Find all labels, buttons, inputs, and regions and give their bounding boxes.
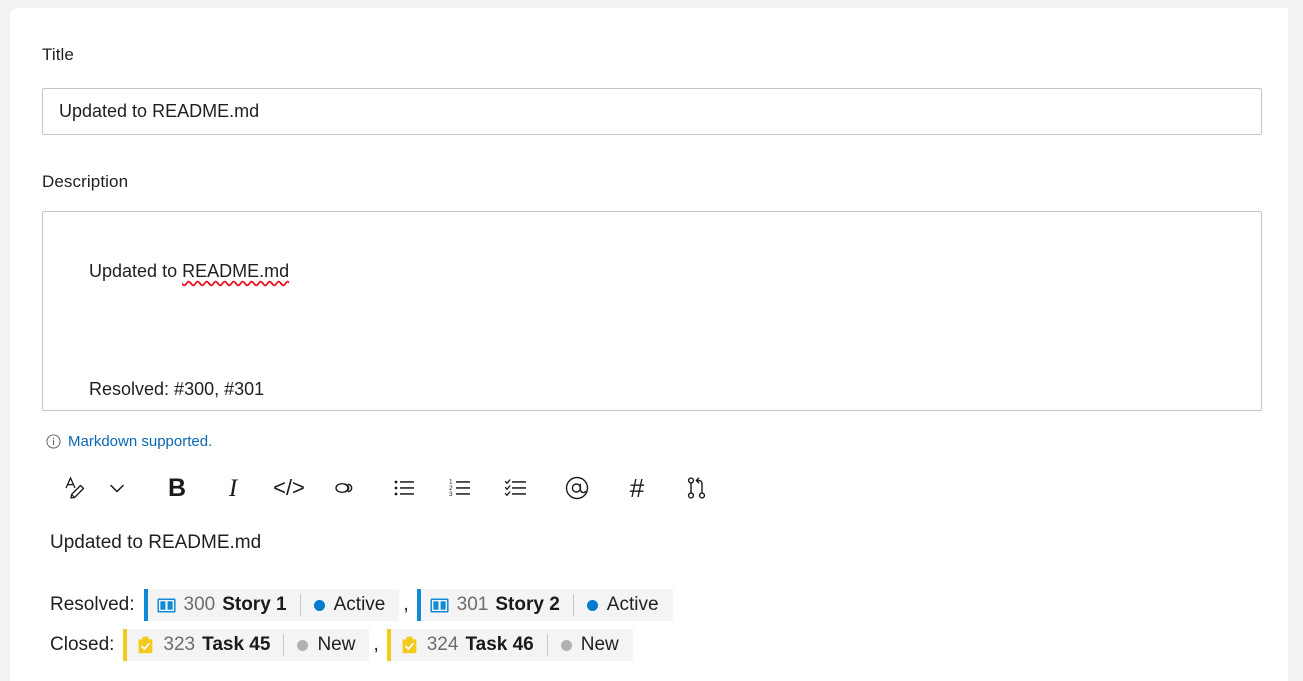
work-item-accent-bar: [143, 589, 148, 621]
work-item-chip[interactable]: 300 Story 1 Active: [143, 589, 400, 621]
work-item-id: 300: [183, 594, 216, 615]
story-book-icon: [156, 596, 176, 615]
work-item-id: 301: [456, 594, 489, 615]
work-item-state: Active: [606, 594, 659, 615]
page-root: Title Updated to README.md Description U…: [0, 0, 1303, 681]
markdown-supported-link[interactable]: Markdown supported.: [46, 433, 212, 450]
work-item-accent-bar: [123, 629, 128, 661]
svg-text:3: 3: [449, 491, 453, 498]
markdown-supported-label: Markdown supported.: [68, 433, 213, 450]
pull-request-icon[interactable]: [676, 467, 718, 509]
work-item-title: Story 1: [222, 594, 287, 615]
work-item-state-dot: [313, 599, 325, 611]
mention-icon[interactable]: [556, 467, 598, 509]
work-item-state: Active: [333, 594, 386, 615]
row-prefix-resolved: Resolved:: [50, 594, 135, 615]
title-field-label: Title: [42, 45, 74, 64]
bold-glyph: B: [167, 473, 187, 502]
story-book-icon: [430, 596, 449, 615]
italic-icon[interactable]: I: [212, 467, 254, 509]
work-item-chip[interactable]: 323 Task 45 New: [123, 629, 370, 661]
preview-row-closed: Closed: 323 Task 45 New , 324 Task 46 Ne…: [50, 628, 1260, 662]
description-input[interactable]: Updated to README.md Resolved: #300, #30…: [42, 211, 1262, 411]
chip-separator: ,: [373, 634, 379, 655]
checklist-icon[interactable]: [496, 467, 538, 509]
description-line-1: Updated to README.md: [89, 261, 289, 281]
work-item-title: Task 46: [465, 634, 534, 655]
work-item-title: Story 2: [495, 594, 560, 615]
preview-heading: Updated to README.md: [50, 532, 262, 553]
chevron-down-icon[interactable]: [96, 467, 138, 509]
work-item-state: New: [317, 634, 356, 655]
info-circle-icon: [46, 434, 61, 449]
numbered-list-icon[interactable]: 1 2 3: [440, 467, 482, 509]
work-item-divider: [572, 594, 574, 616]
work-item-state: New: [580, 634, 619, 655]
font-color-icon[interactable]: [54, 467, 96, 509]
code-glyph: </>: [273, 475, 305, 500]
description-field-label: Description: [42, 172, 129, 191]
work-item-form-panel: Title Updated to README.md Description U…: [10, 8, 1288, 681]
description-line-1-prefix: Updated to: [89, 261, 183, 281]
chip-separator: ,: [403, 594, 409, 615]
preview-row-resolved: Resolved: 300 Story 1 Active , 301 Story…: [50, 588, 1260, 622]
misspelled-word: README.md: [182, 261, 290, 281]
work-item-divider: [299, 594, 301, 616]
work-item-accent-bar: [386, 629, 391, 661]
markdown-preview: Updated to README.md Resolved: 300 Story…: [50, 530, 1260, 662]
markdown-toolbar: B I </> 1 2 3 #: [54, 464, 718, 512]
work-item-chip[interactable]: 324 Task 46 New: [386, 629, 633, 661]
work-item-state-dot: [297, 639, 309, 651]
code-icon[interactable]: </>: [268, 467, 310, 509]
description-blank-line: [59, 316, 1245, 344]
hashtag-icon[interactable]: #: [616, 467, 658, 509]
work-item-state-dot: [586, 599, 598, 611]
work-item-state-dot: [560, 639, 572, 651]
hashtag-glyph: #: [629, 473, 645, 503]
bold-icon[interactable]: B: [156, 467, 198, 509]
title-input[interactable]: Updated to README.md: [42, 88, 1262, 135]
italic-glyph: I: [228, 474, 238, 502]
row-prefix-closed: Closed:: [50, 634, 115, 655]
description-line-2: Resolved: #300, #301: [89, 379, 265, 399]
task-clipboard-icon: [136, 636, 155, 655]
task-clipboard-icon: [400, 636, 419, 655]
bulleted-list-icon[interactable]: [384, 467, 426, 509]
work-item-id: 323: [163, 634, 196, 655]
work-item-chip[interactable]: 301 Story 2 Active: [416, 589, 673, 621]
work-item-divider: [546, 634, 548, 656]
work-item-accent-bar: [416, 589, 421, 621]
link-icon[interactable]: [324, 467, 366, 509]
work-item-id: 324: [426, 634, 459, 655]
work-item-title: Task 45: [202, 634, 271, 655]
work-item-divider: [283, 634, 285, 656]
